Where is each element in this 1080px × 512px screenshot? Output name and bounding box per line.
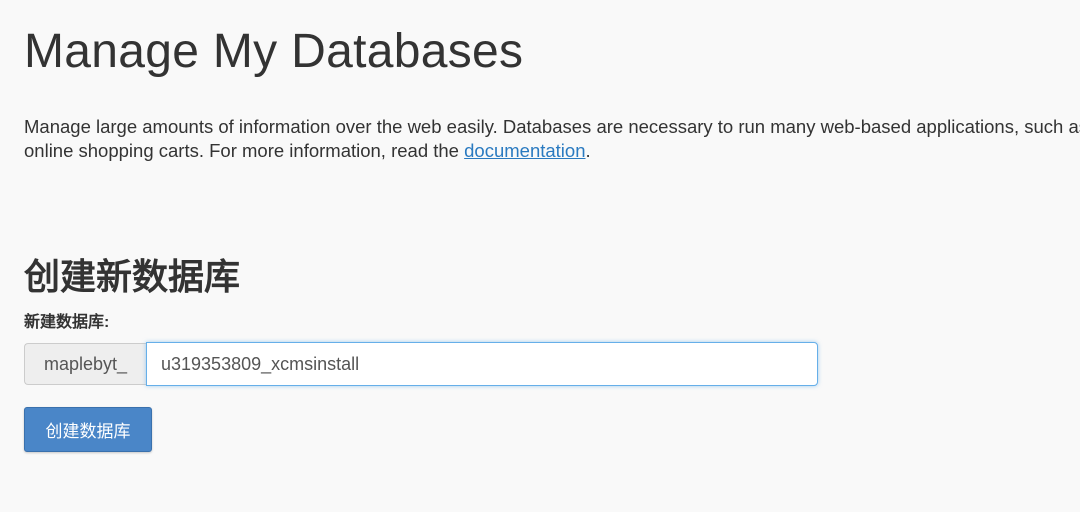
description-line-2: online shopping carts. For more informat…: [24, 139, 1080, 163]
database-prefix: maplebyt_: [24, 343, 146, 385]
create-database-heading: 创建新数据库: [24, 256, 241, 297]
database-name-input-group: maplebyt_: [24, 342, 818, 386]
page-description: Manage large amounts of information over…: [24, 115, 1080, 163]
description-line-2-text: online shopping carts. For more informat…: [24, 140, 465, 161]
description-line-1: Manage large amounts of information over…: [24, 116, 1080, 137]
database-name-input[interactable]: [146, 342, 818, 386]
description-line-2-period: .: [585, 140, 591, 161]
create-database-button[interactable]: 创建数据库: [24, 407, 152, 452]
new-database-label: 新建数据库:: [24, 314, 110, 331]
page-title: Manage My Databases: [24, 25, 524, 78]
documentation-link[interactable]: documentation: [464, 140, 585, 161]
